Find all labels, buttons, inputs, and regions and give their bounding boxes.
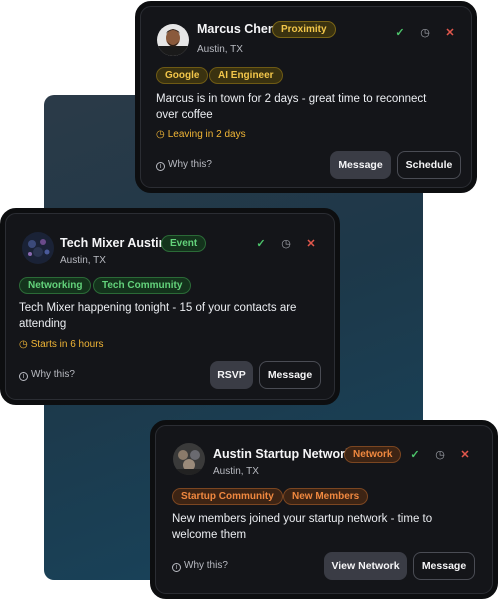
close-icon[interactable]: ✕ [444,27,456,39]
location-text: Austin, TX [60,255,106,266]
schedule-button[interactable]: Schedule [397,151,461,179]
check-icon[interactable]: ✓ [255,238,267,250]
rsvp-button[interactable]: RSVP [210,361,253,389]
tag-startup-community: Startup Community [172,488,283,505]
network-name: Austin Startup Network [213,447,352,461]
description-text: Marcus is in town for 2 days - great tim… [156,93,427,121]
info-icon: i [19,372,28,381]
why-this-link[interactable]: i Why this? [19,369,75,381]
time-indicator: ◷ Leaving in 2 days [156,129,246,140]
notification-card-tech-mixer: Tech Mixer Austin Event Austin, TX ✓ ◷ ✕… [0,208,340,405]
tag-google: Google [156,67,209,84]
description-text: New members joined your startup network … [172,513,433,541]
tag-ai-engineer: AI Engineer [209,67,283,84]
type-badge: Event [161,235,207,252]
check-icon[interactable]: ✓ [409,449,421,461]
clock-icon[interactable]: ◷ [434,449,446,461]
description-text: Tech Mixer happening tonight - 15 of you… [19,302,297,330]
message-button[interactable]: Message [259,361,321,389]
clock-icon: ◷ [19,339,28,350]
view-network-button[interactable]: View Network [324,552,407,580]
group-avatar [173,443,205,475]
close-icon[interactable]: ✕ [459,449,471,461]
tag-tech-community: Tech Community [93,277,192,294]
tag-networking: Networking [19,277,92,294]
why-this-link[interactable]: i Why this? [156,159,212,171]
notification-card-startup-network: Austin Startup Network Network Austin, T… [150,420,498,599]
notification-card-marcus-chen: Marcus Chen Proximity Austin, TX ✓ ◷ ✕ G… [135,1,477,193]
info-icon: i [172,563,181,572]
location-text: Austin, TX [197,44,243,55]
clock-icon[interactable]: ◷ [419,27,431,39]
why-this-link[interactable]: i Why this? [172,560,228,572]
clock-icon[interactable]: ◷ [280,238,292,250]
avatar [157,24,189,56]
type-badge: Network [344,446,402,463]
check-icon[interactable]: ✓ [394,27,406,39]
event-avatar [22,232,54,264]
close-icon[interactable]: ✕ [305,238,317,250]
time-indicator: ◷ Starts in 6 hours [19,339,104,350]
info-icon: i [156,162,165,171]
contact-name: Marcus Chen [197,22,276,36]
message-button[interactable]: Message [330,151,391,179]
tag-new-members: New Members [283,488,369,505]
clock-icon: ◷ [156,129,165,140]
event-name: Tech Mixer Austin [60,236,167,250]
type-badge: Proximity [272,21,336,38]
message-button[interactable]: Message [413,552,475,580]
location-text: Austin, TX [213,466,259,477]
